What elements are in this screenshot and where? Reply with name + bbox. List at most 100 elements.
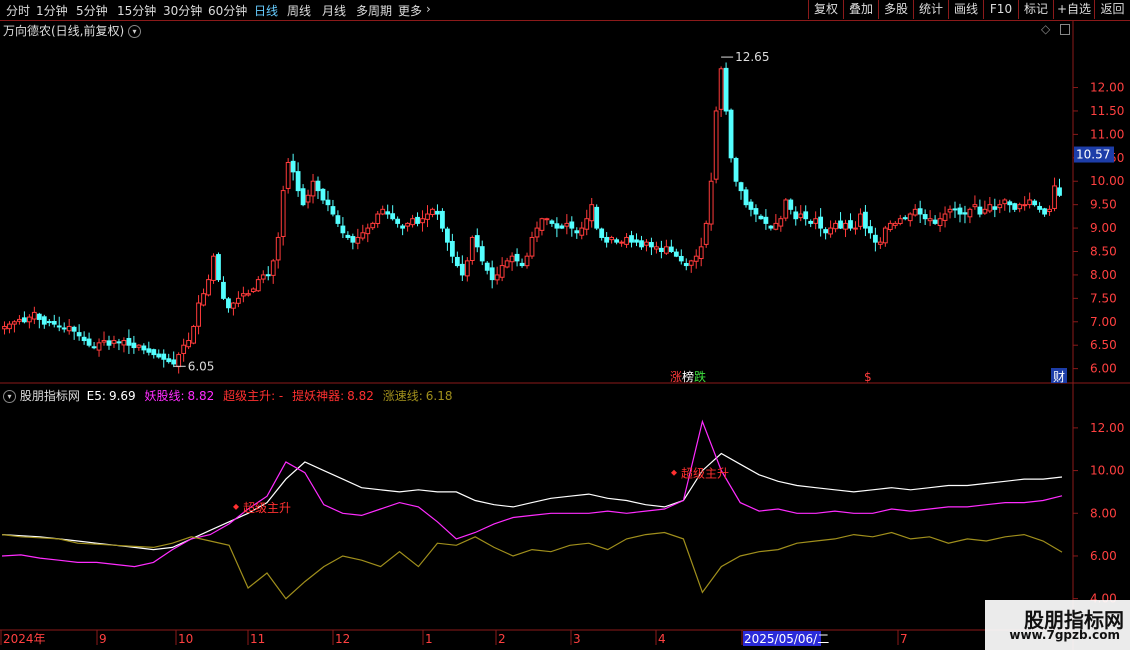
candle-body [683,263,689,267]
candle-body [365,227,371,235]
candle-body [579,227,585,236]
candle-body [380,208,386,215]
candle-body [385,211,391,215]
date-label: 7 [900,632,908,646]
price-tick-label: 6.50 [1090,338,1117,352]
candle-body [519,262,525,267]
candle-body [1037,205,1042,210]
candle-body [887,222,893,230]
candle-body [688,260,694,266]
candle-body [758,215,764,220]
candle-body [36,313,42,320]
candle-body [564,222,570,227]
candle-body [534,227,540,238]
candle-body [81,336,87,342]
candle-body [912,208,918,216]
candle-body [430,208,435,216]
candle-body [624,236,629,245]
candle-body [982,208,988,214]
candle-body [46,321,52,324]
candle-body [454,256,460,267]
candle-body [793,211,799,220]
candle-body [992,206,998,210]
candle-body [644,241,649,246]
candle-body [768,225,774,229]
candle-body [853,227,858,230]
candle-body [957,207,963,215]
candle-body [106,340,112,346]
candle-body [922,214,928,220]
candle-body [833,222,838,230]
date-label: 1 [425,632,433,646]
candle-body [1022,204,1028,207]
event-marker: 财 [1053,370,1065,384]
watermark-url: www.7gpzb.com [1009,628,1120,642]
candle-body [400,225,406,229]
candle-body [658,247,664,253]
candle-body [858,213,863,227]
indicator-tick-label: 12.00 [1090,421,1124,435]
candle-body [330,206,336,215]
indicator-line [1,531,1063,600]
price-tick-label: 6.00 [1090,362,1117,376]
candle-body [678,255,684,262]
candle-body [86,338,92,346]
candle-body [838,220,843,229]
candle-body [604,236,610,243]
candle-body [479,246,485,262]
candle-body [1027,199,1033,206]
candle-body [260,274,266,280]
candle-body [61,327,67,330]
candle-body [897,218,903,224]
date-highlight-label: 2025/05/06/二 [744,632,829,646]
candle-body [942,213,948,221]
candle-body [131,342,137,349]
candle-body [634,239,639,243]
candle-body [196,302,201,327]
indicator-annotations: 超级主升超级主升 [233,466,729,515]
candle-body [843,222,848,230]
candle-body [932,219,938,224]
candle-body [116,341,122,344]
price-axis: 12.0011.5011.0010.5010.009.509.008.508.0… [1073,81,1124,376]
candle-body [186,340,192,348]
indicator-tick-label: 8.00 [1090,506,1117,520]
candle-body [405,222,410,227]
candle-body [71,326,77,332]
indicator-tick-label: 6.00 [1090,549,1117,563]
candle-body [1032,200,1038,206]
candle-body [176,354,182,368]
candle-body [146,348,152,353]
candle-body [967,208,973,218]
candle-body [708,180,714,225]
candle-body [415,216,420,224]
candle-body [206,279,211,296]
date-label: 2 [498,632,506,646]
annotation-diamond [671,469,677,476]
candle-body [907,213,913,222]
event-markers: 涨榜跌 $ 财 [670,368,1067,384]
candle-body [952,208,958,211]
candle-body [425,213,430,220]
candle-body [111,340,117,344]
candle-body [325,199,331,206]
price-tick-label: 12.00 [1090,81,1124,95]
candle-body [614,239,619,243]
candle-body [191,325,196,344]
candle-body [828,227,833,235]
date-label: 2024年 [3,632,46,646]
candle-body [235,297,241,304]
candle-body [315,180,321,192]
chart-canvas[interactable]: 12.0011.5011.0010.5010.009.509.008.508.0… [0,0,1130,650]
candle-body [877,241,883,245]
candle-body [872,234,878,243]
candle-body [848,220,853,229]
candle-body [201,293,206,306]
candle-body [1047,208,1052,213]
candle-body [250,288,256,293]
last-price-label: 10.57 [1076,148,1110,162]
candle-body [216,254,221,281]
candle-body [51,320,57,325]
indicator-tick-label: 10.00 [1090,464,1124,478]
candle-body [773,222,779,230]
